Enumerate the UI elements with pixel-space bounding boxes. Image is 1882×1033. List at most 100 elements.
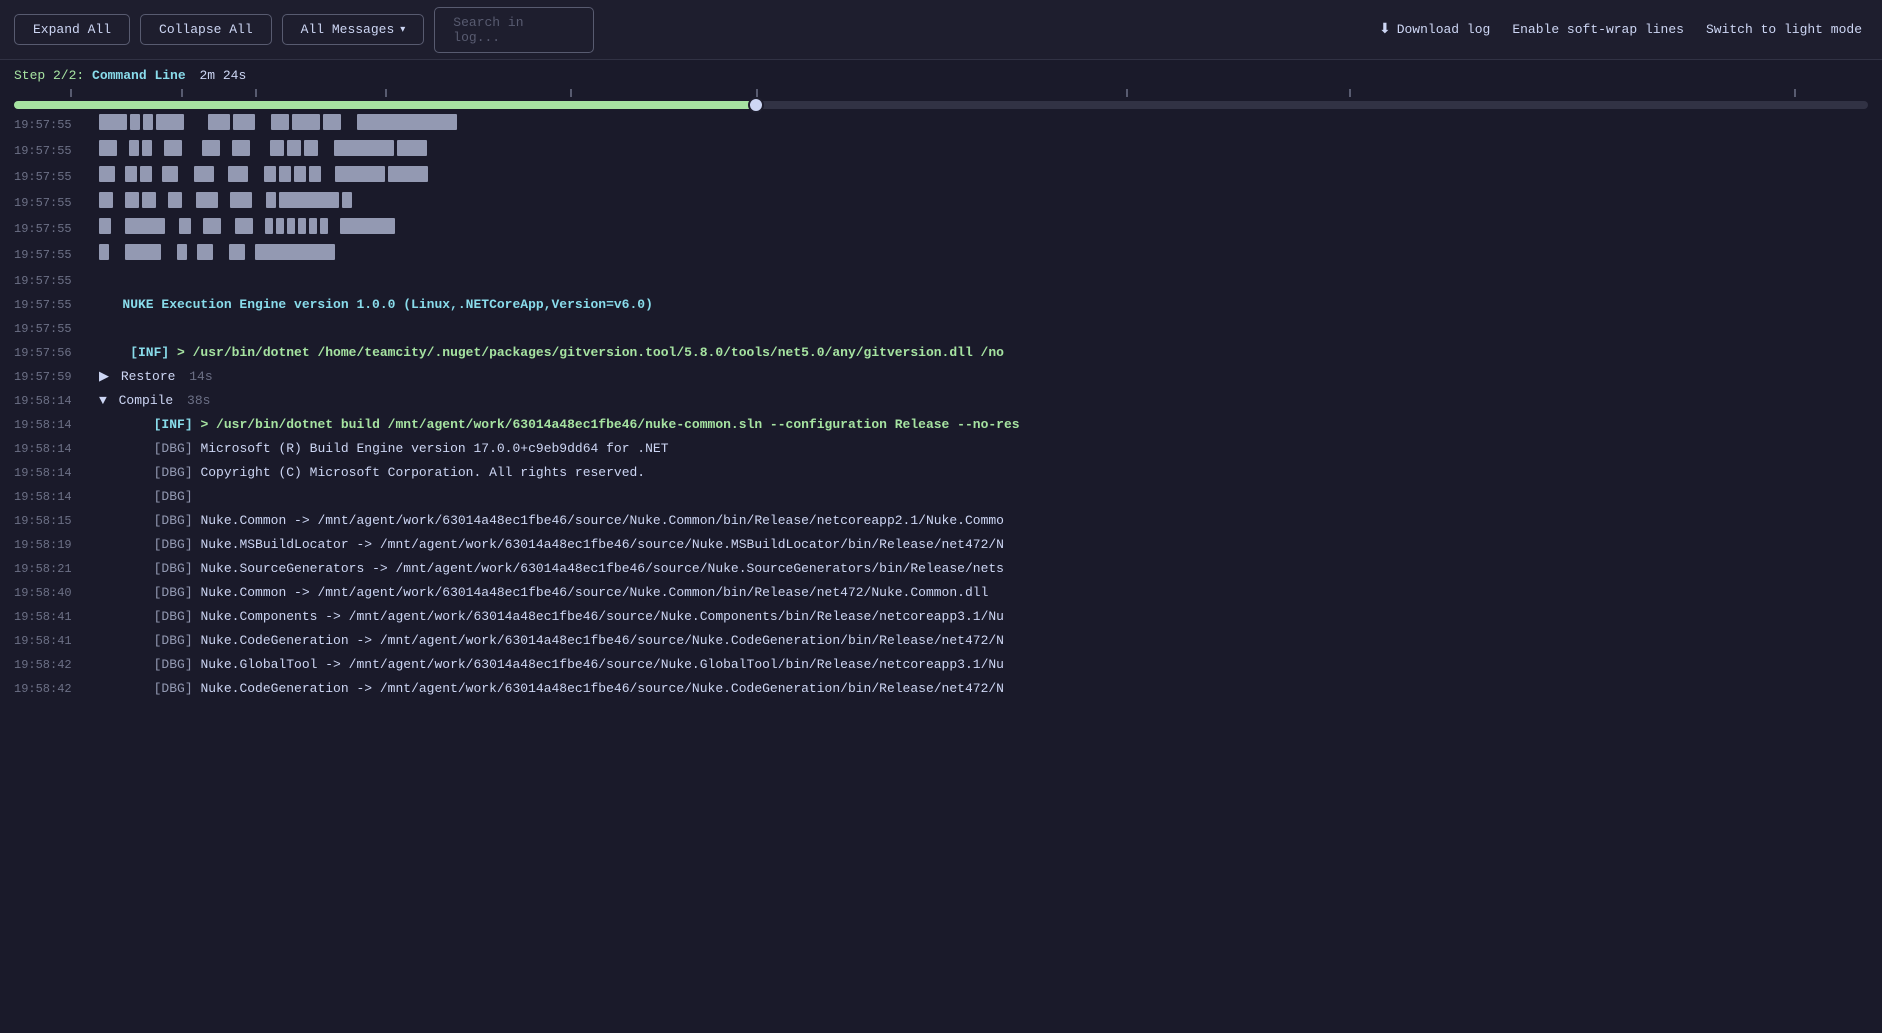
expand-icon[interactable]: ▼ — [99, 393, 107, 408]
search-button[interactable]: Search in log... — [434, 7, 594, 53]
log-timestamp: 19:57:55 — [14, 294, 99, 316]
log-line: 19:58:14 [INF] > /usr/bin/dotnet build /… — [0, 413, 1882, 437]
log-timestamp: 19:58:14 — [14, 438, 99, 460]
log-timestamp: 19:58:15 — [14, 510, 99, 532]
log-content: [DBG] Nuke.SourceGenerators -> /mnt/agen… — [99, 558, 1868, 580]
section-label: Restore — [121, 369, 176, 384]
log-line: 19:57:55 — [0, 217, 1882, 243]
log-line: 19:57:55 — [0, 113, 1882, 139]
log-inf-badge: [INF] — [99, 417, 193, 432]
log-timestamp: 19:57:56 — [14, 342, 99, 364]
log-line: 19:57:55 — [0, 191, 1882, 217]
log-dbg-text: Nuke.Components -> /mnt/agent/work/63014… — [200, 609, 1004, 624]
log-dbg-badge: [DBG] — [99, 657, 193, 672]
log-line: 19:57:55 — [0, 243, 1882, 269]
log-dbg-text: Nuke.CodeGeneration -> /mnt/agent/work/6… — [200, 633, 1004, 648]
log-timestamp: 19:57:55 — [14, 166, 99, 188]
log-content: [DBG] Nuke.GlobalTool -> /mnt/agent/work… — [99, 654, 1868, 676]
download-log-button[interactable]: ⬇ Download log — [1373, 14, 1496, 45]
section-time: 14s — [189, 369, 212, 384]
log-dbg-badge: [DBG] — [99, 441, 193, 456]
section-label: Compile — [119, 393, 174, 408]
log-line: 19:57:59 ▶ Restore 14s — [0, 365, 1882, 389]
log-dbg-badge: [DBG] — [99, 489, 193, 504]
toolbar: Expand All Collapse All All Messages ▾ S… — [0, 0, 1882, 60]
log-line: 19:58:42 [DBG] Nuke.CodeGeneration -> /m… — [0, 677, 1882, 701]
log-timestamp: 19:57:55 — [14, 114, 99, 136]
log-content: [DBG] Nuke.Components -> /mnt/agent/work… — [99, 606, 1868, 628]
log-content: [DBG] Nuke.MSBuildLocator -> /mnt/agent/… — [99, 534, 1868, 556]
log-dbg-badge: [DBG] — [99, 537, 193, 552]
log-dbg-text: Nuke.Common -> /mnt/agent/work/63014a48e… — [200, 585, 988, 600]
log-timestamp: 19:58:19 — [14, 534, 99, 556]
log-dbg-badge: [DBG] — [99, 561, 193, 576]
collapse-icon[interactable]: ▶ — [99, 369, 109, 384]
log-line: 19:57:55 — [0, 317, 1882, 341]
log-timestamp: 19:57:55 — [14, 192, 99, 214]
section-time: 38s — [187, 393, 210, 408]
log-area: 19:57:55 19:57:55 — [0, 113, 1882, 1033]
log-dbg-badge: [DBG] — [99, 465, 193, 480]
log-inf-badge: [INF] — [99, 345, 169, 360]
log-line: 19:58:21 [DBG] Nuke.SourceGenerators -> … — [0, 557, 1882, 581]
log-cmd: > /usr/bin/dotnet build /mnt/agent/work/… — [200, 417, 1019, 432]
log-timestamp: 19:58:41 — [14, 606, 99, 628]
log-dbg-badge: [DBG] — [99, 681, 193, 696]
log-content: [DBG] Nuke.CodeGeneration -> /mnt/agent/… — [99, 630, 1868, 652]
log-line: 19:57:55 — [0, 269, 1882, 293]
log-line: 19:57:56 [INF] > /usr/bin/dotnet /home/t… — [0, 341, 1882, 365]
log-line: 19:57:55 — [0, 139, 1882, 165]
log-dbg-badge: [DBG] — [99, 513, 193, 528]
log-content: [DBG] Copyright (C) Microsoft Corporatio… — [99, 462, 1868, 484]
log-line: 19:58:19 [DBG] Nuke.MSBuildLocator -> /m… — [0, 533, 1882, 557]
log-line: 19:58:40 [DBG] Nuke.Common -> /mnt/agent… — [0, 581, 1882, 605]
log-content: ▼ Compile 38s — [99, 390, 1868, 412]
step-duration: 2m 24s — [199, 68, 246, 83]
log-dbg-text: Nuke.SourceGenerators -> /mnt/agent/work… — [200, 561, 1004, 576]
log-dbg-text: Microsoft (R) Build Engine version 17.0.… — [200, 441, 668, 456]
log-content: [INF] > /usr/bin/dotnet build /mnt/agent… — [99, 414, 1868, 436]
collapse-all-button[interactable]: Collapse All — [140, 14, 272, 45]
log-content — [99, 192, 1868, 216]
log-content — [99, 166, 1868, 190]
log-content — [99, 140, 1868, 164]
log-timestamp: 19:58:42 — [14, 654, 99, 676]
log-timestamp: 19:57:55 — [14, 318, 99, 340]
log-timestamp: 19:58:40 — [14, 582, 99, 604]
log-dbg-text: Nuke.Common -> /mnt/agent/work/63014a48e… — [200, 513, 1004, 528]
log-timestamp: 19:58:14 — [14, 414, 99, 436]
enable-soft-wrap-button[interactable]: Enable soft-wrap lines — [1506, 15, 1690, 44]
progress-bar[interactable] — [14, 101, 1868, 109]
log-content: [DBG] Microsoft (R) Build Engine version… — [99, 438, 1868, 460]
log-dbg-badge: [DBG] — [99, 585, 193, 600]
log-content: ▶ Restore 14s — [99, 366, 1868, 388]
log-content — [99, 318, 1868, 340]
log-timestamp: 19:58:14 — [14, 462, 99, 484]
log-dbg-text: Nuke.GlobalTool -> /mnt/agent/work/63014… — [200, 657, 1004, 672]
download-log-label: Download log — [1397, 22, 1491, 37]
log-content — [99, 114, 1868, 138]
log-cmd: > /usr/bin/dotnet /home/teamcity/.nuget/… — [177, 345, 1004, 360]
chevron-down-icon: ▾ — [400, 24, 405, 36]
log-timestamp: 19:58:14 — [14, 390, 99, 412]
step-label: Step 2/2: Command Line 2m 24s — [14, 68, 1868, 83]
log-content: [DBG] — [99, 486, 1868, 508]
switch-mode-button[interactable]: Switch to light mode — [1700, 15, 1868, 44]
progress-bar-thumb — [748, 97, 764, 113]
log-dbg-badge: [DBG] — [99, 609, 193, 624]
expand-all-button[interactable]: Expand All — [14, 14, 130, 45]
log-timestamp: 19:58:42 — [14, 678, 99, 700]
log-line: 19:57:55 NUKE Execution Engine version 1… — [0, 293, 1882, 317]
all-messages-button[interactable]: All Messages ▾ — [282, 14, 425, 45]
log-content: [DBG] Nuke.CodeGeneration -> /mnt/agent/… — [99, 678, 1868, 700]
log-dbg-badge: [DBG] — [99, 633, 193, 648]
log-timestamp: 19:57:55 — [14, 140, 99, 162]
log-line: 19:58:14 [DBG] Microsoft (R) Build Engin… — [0, 437, 1882, 461]
log-line: 19:58:14 [DBG] Copyright (C) Microsoft C… — [0, 461, 1882, 485]
log-content: [DBG] Nuke.Common -> /mnt/agent/work/630… — [99, 510, 1868, 532]
progress-area: Step 2/2: Command Line 2m 24s — [0, 60, 1882, 113]
log-timestamp: 19:57:55 — [14, 218, 99, 240]
step-name: Command Line — [92, 68, 186, 83]
log-dbg-text: Nuke.CodeGeneration -> /mnt/agent/work/6… — [200, 681, 1004, 696]
log-timestamp: 19:58:41 — [14, 630, 99, 652]
